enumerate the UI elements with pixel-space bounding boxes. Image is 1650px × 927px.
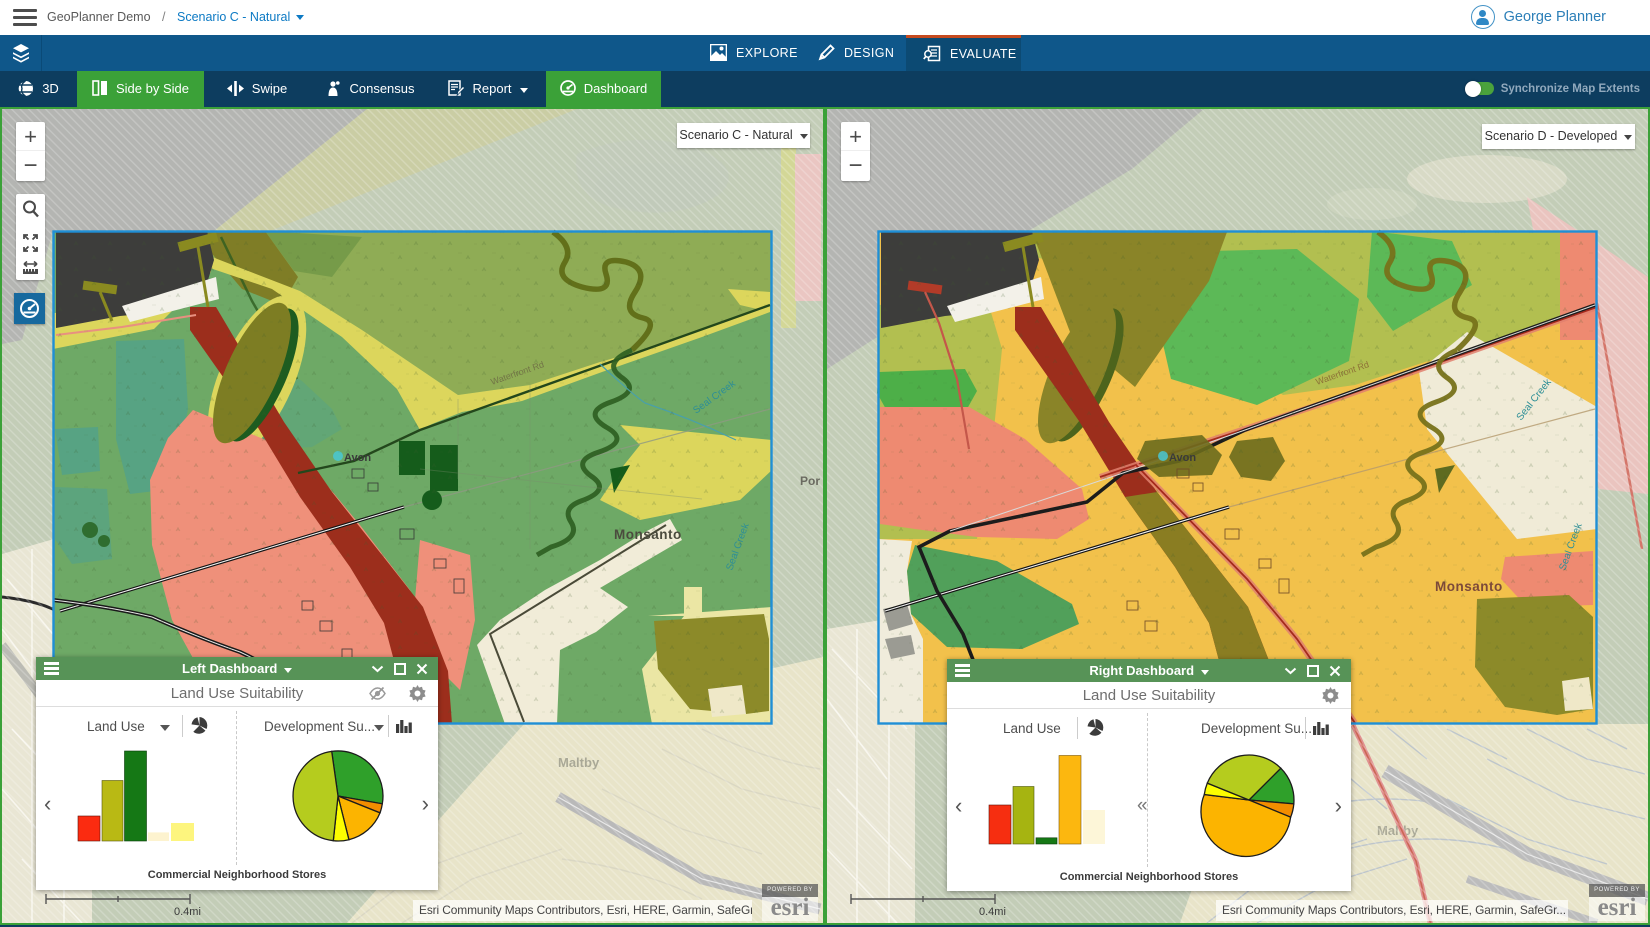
svg-text:0.4mi: 0.4mi (979, 906, 1006, 918)
svg-text:Maltby: Maltby (558, 755, 600, 770)
svg-text:Por: Por (800, 474, 820, 488)
svg-text:0.4mi: 0.4mi (174, 906, 201, 918)
